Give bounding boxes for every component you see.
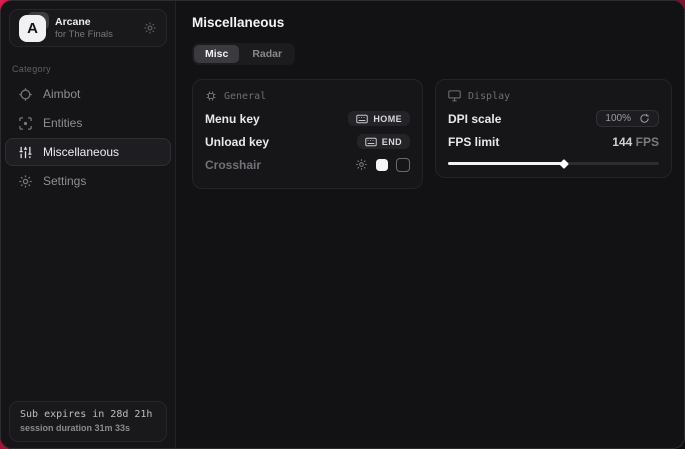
display-card-title: Display [468,91,510,102]
slider-fill [448,162,564,165]
dpi-scale-row: DPI scale 100% [448,107,659,130]
menu-key-row: Menu key HOME [205,107,410,130]
sliders-icon [18,145,33,160]
sidebar-item-entities[interactable]: Entities [5,109,171,137]
sidebar-item-settings[interactable]: Settings [5,167,171,195]
app-window: A Arcane for The Finals Category [0,0,685,449]
menu-keybind-button[interactable]: HOME [348,111,410,126]
chip-icon [205,90,217,102]
crosshair-checkbox[interactable] [396,158,410,172]
dpi-scale-value: 100% [605,113,631,124]
crosshair-controls [355,158,410,172]
menu-keybind-value: HOME [373,114,402,124]
brand-text: Arcane for The Finals [55,16,113,41]
sidebar-item-aimbot[interactable]: Aimbot [5,80,171,108]
tab-bar: Misc Radar [192,43,295,65]
crosshair-row: Crosshair [205,153,410,176]
dpi-scale-label: DPI scale [448,112,501,126]
tab-misc[interactable]: Misc [194,45,239,63]
general-card-title: General [224,91,266,102]
gear-icon[interactable] [143,21,157,35]
sub-expires-text: Sub expires in 28d 21h [20,409,156,420]
unload-keybind-value: END [382,137,402,147]
crosshair-color-swatch[interactable] [376,159,388,171]
scan-icon [18,116,33,131]
menu-key-label: Menu key [205,112,260,126]
app-logo: A [19,15,46,42]
general-card: General Menu key HOME [192,79,423,189]
app-name: Arcane [55,16,113,29]
monitor-icon [448,90,461,102]
gear-icon[interactable] [355,158,368,171]
main-content: Miscellaneous Misc Radar General [176,1,685,448]
sidebar-nav: Aimbot Entities Miscel [1,80,175,195]
sidebar-item-label: Settings [43,174,86,188]
tab-radar[interactable]: Radar [241,45,293,63]
keyboard-icon [365,137,377,147]
display-card: Display DPI scale 100% [435,79,672,178]
unload-key-row: Unload key END [205,130,410,153]
app-subtitle: for The Finals [55,29,113,41]
fps-limit-value: 144 FPS [612,135,659,149]
fps-limit-row: FPS limit 144 FPS [448,130,659,153]
sidebar: A Arcane for The Finals Category [1,1,176,448]
unload-key-label: Unload key [205,135,269,149]
refresh-icon[interactable] [639,113,650,124]
sidebar-item-miscellaneous[interactable]: Miscellaneous [5,138,171,166]
fps-limit-label: FPS limit [448,135,499,149]
keyboard-icon [356,114,368,124]
general-card-header: General [205,90,410,102]
brand-card: A Arcane for The Finals [9,9,167,47]
dpi-scale-control[interactable]: 100% [596,110,659,127]
fps-limit-slider[interactable] [448,162,659,165]
logo-letter: A [19,15,46,42]
display-card-header: Display [448,90,659,102]
crosshair-label: Crosshair [205,158,261,172]
settings-cards: General Menu key HOME [192,79,672,189]
subscription-info-card: Sub expires in 28d 21h session duration … [9,401,167,442]
sidebar-item-label: Entities [43,116,82,130]
gear-icon [18,174,33,189]
unload-keybind-button[interactable]: END [357,134,410,149]
crosshair-icon [18,87,33,102]
category-label: Category [12,64,164,74]
slider-thumb[interactable] [559,159,569,169]
sidebar-item-label: Aimbot [43,87,80,101]
session-duration-text: session duration 31m 33s [20,423,156,433]
sidebar-item-label: Miscellaneous [43,145,119,159]
page-title: Miscellaneous [192,15,672,30]
